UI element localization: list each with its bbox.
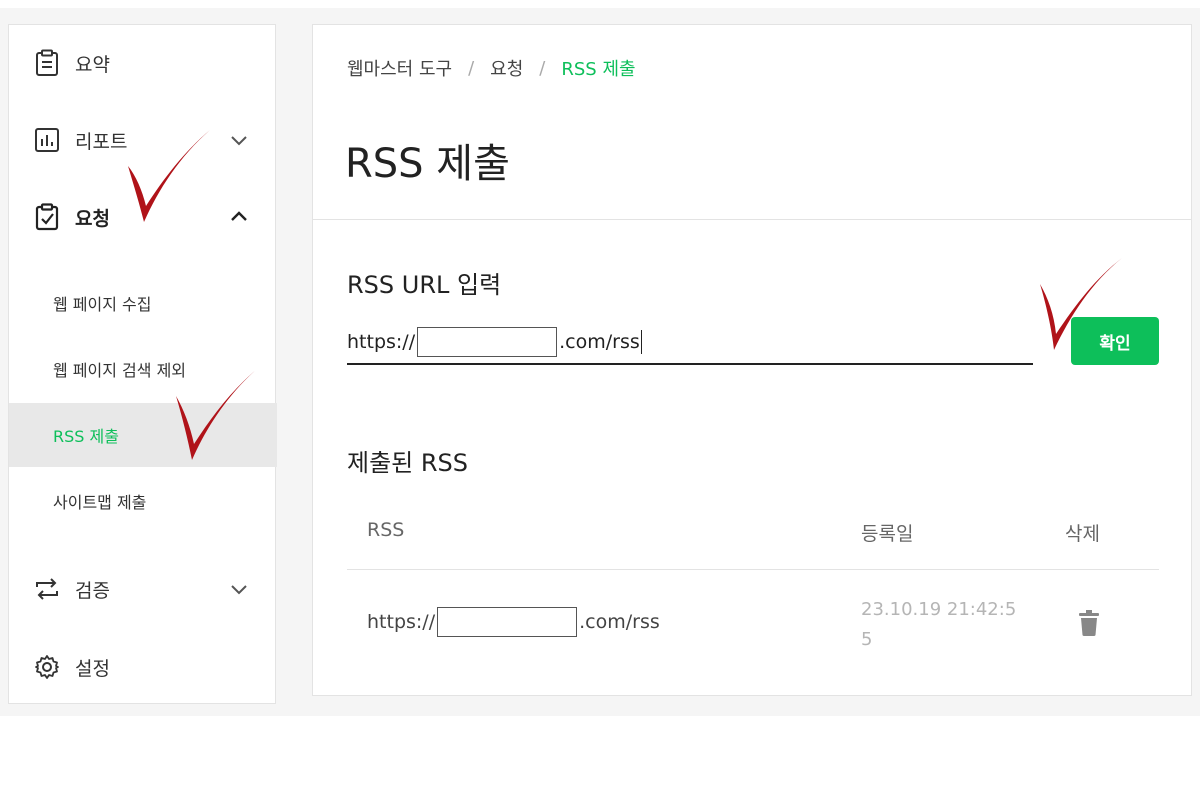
gear-icon	[33, 653, 61, 681]
breadcrumb-root[interactable]: 웹마스터 도구	[347, 55, 452, 81]
sidebar-subitem-label: 웹 페이지 검색 제외	[53, 361, 187, 380]
sidebar-subitem-web-page-exclude[interactable]: 웹 페이지 검색 제외	[9, 337, 277, 401]
section-divider	[313, 219, 1191, 220]
confirm-button[interactable]: 확인	[1071, 317, 1159, 365]
column-header-delete: 삭제	[1065, 523, 1100, 545]
chevron-down-icon[interactable]	[227, 128, 251, 152]
url-prefix: https://	[347, 331, 416, 353]
sidebar-item-report[interactable]: 리포트	[9, 110, 277, 170]
breadcrumb-current: RSS 제출	[561, 59, 636, 80]
redacted-domain-box	[417, 327, 558, 357]
row-date: 23.10.19 21:42:55	[861, 599, 1017, 650]
column-header-date: 등록일	[861, 523, 914, 545]
sidebar-item-label: 검증	[75, 579, 110, 602]
rss-url-input[interactable]: https:// .com/rss	[347, 321, 1033, 365]
main-panel: 웹마스터 도구 / 요청 / RSS 제출 RSS 제출 RSS URL 입력 …	[312, 24, 1192, 696]
submitted-rss-title: 제출된 RSS	[347, 449, 469, 477]
breadcrumb-separator: /	[468, 57, 475, 79]
sidebar-subitem-label: 웹 페이지 수집	[53, 295, 152, 314]
sidebar-item-label: 요약	[75, 53, 110, 76]
sidebar-item-request[interactable]: 요청	[9, 187, 277, 247]
sidebar-item-settings[interactable]: 설정	[9, 637, 277, 697]
breadcrumb-separator: /	[539, 57, 546, 79]
url-suffix: .com/rss	[579, 611, 660, 633]
repeat-icon	[33, 575, 61, 603]
sidebar-subitem-rss-submit[interactable]: RSS 제출	[9, 403, 277, 467]
sidebar-item-label: 요청	[75, 207, 110, 230]
rss-input-title: RSS URL 입력	[347, 271, 502, 299]
redacted-domain-box	[437, 607, 578, 637]
breadcrumb-parent[interactable]: 요청	[490, 55, 523, 81]
url-suffix: .com/rss	[559, 331, 640, 353]
column-header-rss: RSS	[367, 519, 405, 541]
url-prefix: https://	[367, 611, 436, 633]
page-title: RSS 제출	[345, 141, 510, 187]
sidebar-item-verify[interactable]: 검증	[9, 559, 277, 619]
text-cursor	[640, 330, 642, 354]
chevron-down-icon[interactable]	[227, 577, 251, 601]
clipboard-icon	[33, 49, 61, 77]
trash-icon[interactable]	[1077, 609, 1101, 637]
clipboard-check-icon	[33, 203, 61, 231]
row-rss-url: https:// .com/rss	[367, 607, 660, 637]
sidebar-subitem-label: 사이트맵 제출	[53, 493, 147, 512]
sidebar-item-label: 리포트	[75, 130, 128, 153]
sidebar-subitem-label: RSS 제출	[53, 427, 119, 446]
breadcrumb: 웹마스터 도구 / 요청 / RSS 제출	[347, 55, 636, 81]
sidebar-subitem-sitemap-submit[interactable]: 사이트맵 제출	[9, 469, 277, 533]
chevron-up-icon[interactable]	[227, 205, 251, 229]
sidebar-subitem-web-page-collect[interactable]: 웹 페이지 수집	[9, 271, 277, 335]
table-divider	[347, 569, 1159, 570]
sidebar-item-summary[interactable]: 요약	[9, 33, 277, 93]
sidebar: 요약 리포트 요청 웹 페이지 수집 웹 페이지 검색 제외 RSS 제출 사이…	[8, 24, 277, 704]
chart-icon	[33, 126, 61, 154]
sidebar-item-label: 설정	[75, 657, 110, 680]
